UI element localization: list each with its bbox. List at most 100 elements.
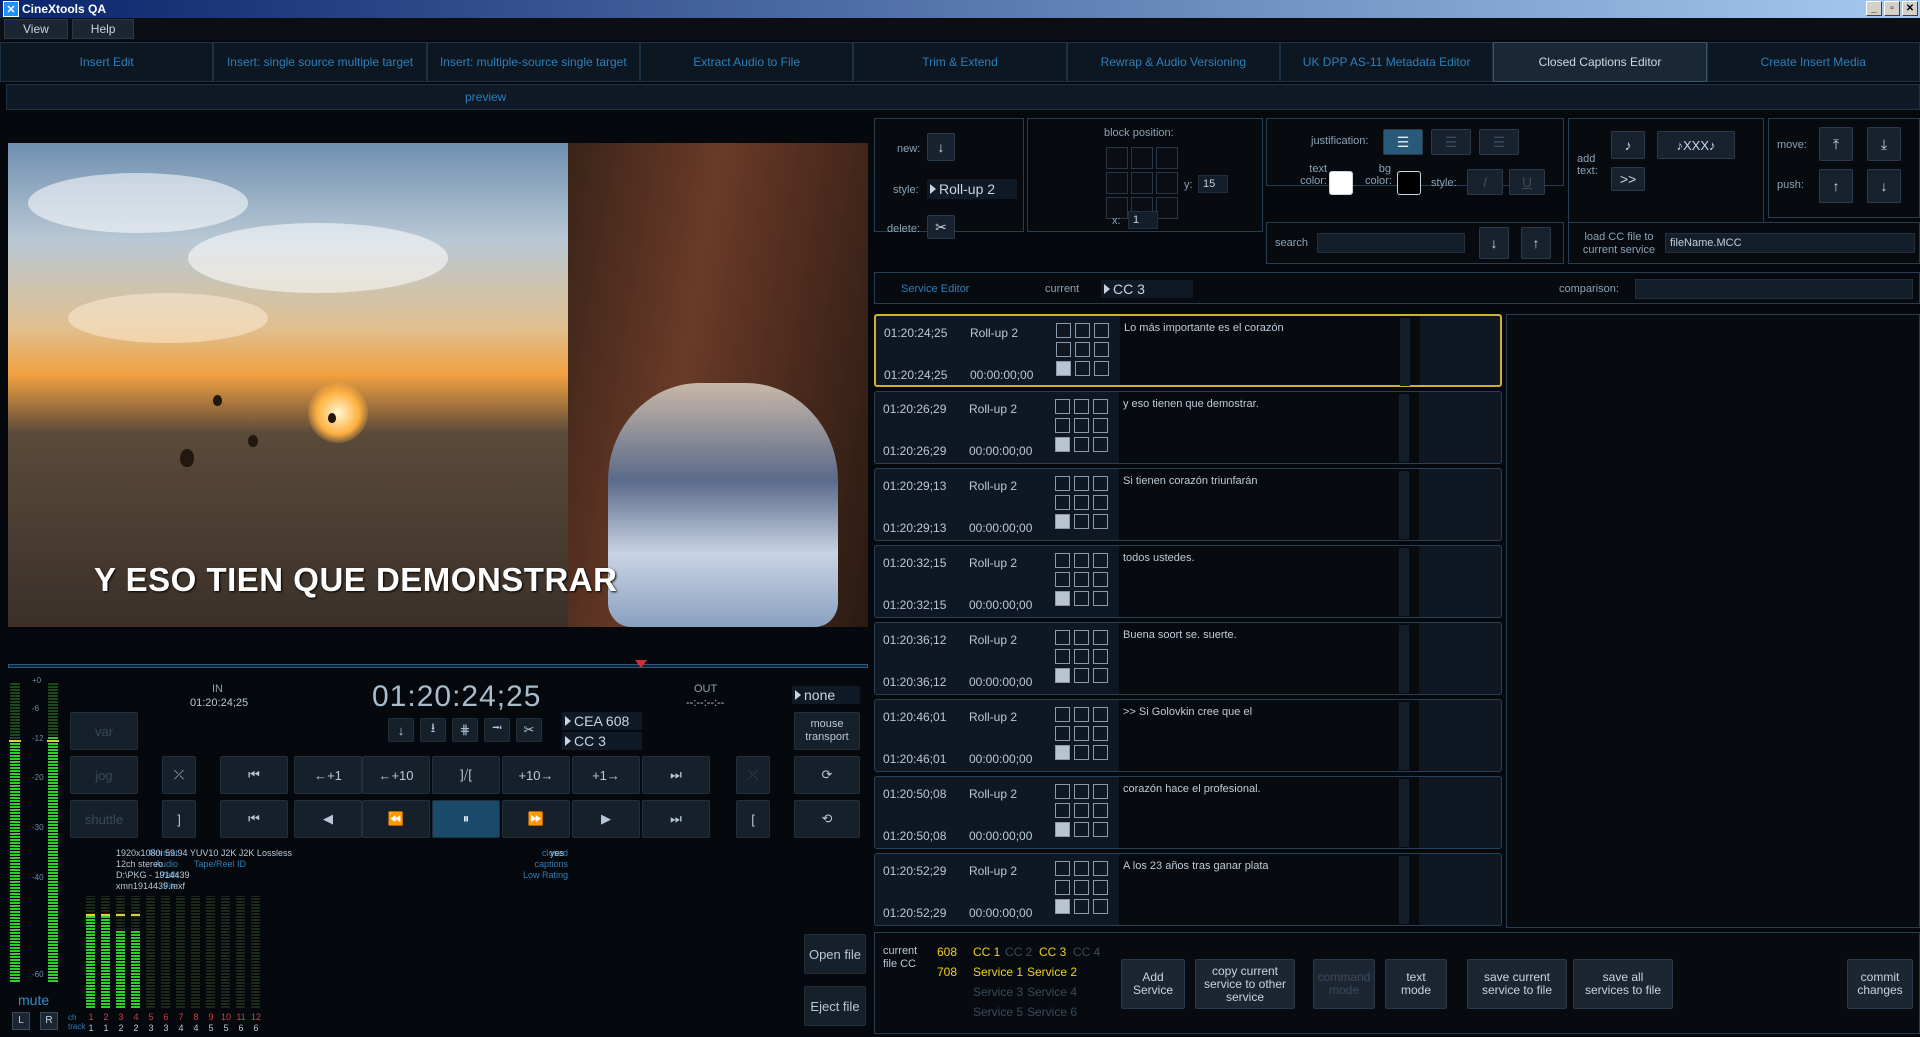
position-cell[interactable] (1093, 707, 1108, 722)
position-cell[interactable] (1074, 437, 1089, 452)
text-mode-button[interactable]: text mode (1385, 959, 1447, 1009)
position-cell[interactable] (1055, 437, 1070, 452)
position-cell[interactable] (1106, 147, 1128, 169)
position-cell[interactable] (1074, 630, 1089, 645)
position-cell[interactable] (1055, 418, 1070, 433)
save-all-services-button[interactable]: save all services to file (1573, 959, 1673, 1009)
service-1-tag[interactable]: Service 1 (973, 965, 1023, 979)
caption-text[interactable]: corazón hace el profesional. (1119, 777, 1419, 848)
position-cell[interactable] (1093, 822, 1108, 837)
search-input[interactable] (1317, 233, 1465, 253)
position-cell[interactable] (1074, 591, 1089, 606)
position-cell[interactable] (1055, 668, 1070, 683)
tab-rewrap[interactable]: Rewrap & Audio Versioning (1066, 42, 1280, 82)
commit-changes-button[interactable]: commit changes (1847, 959, 1913, 1009)
go-to-in-icon[interactable]: ⏮ (220, 756, 288, 794)
position-cell[interactable] (1055, 572, 1070, 587)
caption-position-grid[interactable] (1055, 784, 1108, 837)
add-service-button[interactable]: Add Service (1121, 959, 1185, 1009)
load-cc-input[interactable]: fileName.MCC (1665, 233, 1915, 253)
bg-color-swatch[interactable] (1397, 171, 1421, 195)
position-cell[interactable] (1093, 668, 1108, 683)
position-cell[interactable] (1074, 399, 1089, 414)
caption-row[interactable]: 01:20:26;29 Roll-up 2 01:20:26;29 00:00:00;… (874, 391, 1502, 464)
caption-text[interactable]: todos ustedes. (1119, 546, 1419, 617)
service-6-tag[interactable]: Service 6 (1027, 1005, 1077, 1019)
caption-text[interactable]: y eso tienen que demostrar. (1119, 392, 1419, 463)
position-cell[interactable] (1055, 880, 1070, 895)
none-select[interactable]: none (792, 686, 860, 704)
position-cell[interactable] (1093, 861, 1108, 876)
caption-scrollbar[interactable] (1399, 856, 1409, 924)
caption-position-grid[interactable] (1055, 707, 1108, 760)
delete-cut-icon[interactable]: ✂ (516, 718, 542, 742)
position-cell[interactable] (1074, 822, 1089, 837)
position-cell[interactable] (1055, 707, 1070, 722)
tab-insert-multiple-source[interactable]: Insert: multiple-source single target (426, 42, 640, 82)
caption-row[interactable]: 01:20:50;08 Roll-up 2 01:20:50;08 00:00:00;… (874, 776, 1502, 849)
caption-text[interactable]: A los 23 años tras ganar plata (1119, 854, 1419, 925)
position-cell[interactable] (1156, 197, 1178, 219)
move-top-icon[interactable]: ⤒ (1819, 127, 1853, 161)
cc1-tag[interactable]: CC 1 (973, 945, 1000, 959)
menu-help[interactable]: Help (71, 19, 135, 39)
center-mark-icon[interactable]: ]⧸[ (432, 756, 500, 794)
position-cell[interactable] (1055, 803, 1070, 818)
open-file-button[interactable]: Open file (804, 934, 866, 974)
style-select[interactable]: Roll-up 2 (927, 179, 1017, 199)
caption-position-grid[interactable] (1055, 630, 1108, 683)
position-cell[interactable] (1093, 495, 1108, 510)
position-cell[interactable] (1093, 803, 1108, 818)
text-color-swatch[interactable] (1329, 171, 1353, 195)
x-input[interactable]: 1 (1128, 211, 1158, 229)
caption-position-grid[interactable] (1055, 861, 1108, 914)
loop-one-icon[interactable]: ⟳ (794, 756, 860, 794)
service-2-tag[interactable]: Service 2 (1027, 965, 1077, 979)
position-cell[interactable] (1093, 899, 1108, 914)
skip-end-icon[interactable]: ⏭ (642, 800, 710, 838)
save-current-service-button[interactable]: save current service to file (1467, 959, 1567, 1009)
push-down-icon[interactable]: ↓ (1867, 169, 1901, 203)
mark-clear-out-icon[interactable]: ⤫ (736, 756, 770, 794)
position-cell[interactable] (1094, 342, 1109, 357)
service-5-tag[interactable]: Service 5 (973, 1005, 1023, 1019)
caption-text[interactable]: >> Si Golovkin cree que el (1119, 700, 1419, 771)
current-service-select[interactable]: CC 3 (1101, 280, 1193, 298)
position-cell[interactable] (1094, 323, 1109, 338)
caption-scrollbar[interactable] (1399, 394, 1409, 462)
position-cell[interactable] (1074, 476, 1089, 491)
jog-button[interactable]: jog (70, 756, 138, 794)
step-forward-10-button[interactable]: +10 → (502, 756, 570, 794)
playhead-marker[interactable] (635, 660, 647, 668)
position-cell[interactable] (1074, 418, 1089, 433)
position-cell[interactable] (1074, 784, 1089, 799)
position-cell[interactable] (1093, 572, 1108, 587)
caption-scrollbar[interactable] (1399, 625, 1409, 693)
position-cell[interactable] (1093, 591, 1108, 606)
preview-tab[interactable]: preview (465, 90, 506, 104)
position-cell[interactable] (1055, 553, 1070, 568)
maximize-button[interactable]: ▫ (1884, 1, 1900, 16)
rewind-icon[interactable]: ⏪ (362, 800, 430, 838)
caption-scrollbar[interactable] (1399, 548, 1409, 616)
position-cell[interactable] (1075, 342, 1090, 357)
copy-service-button[interactable]: copy current service to other service (1195, 959, 1295, 1009)
mouse-transport-button[interactable]: mouse transport (794, 712, 860, 750)
position-cell[interactable] (1055, 899, 1070, 914)
position-cell[interactable] (1074, 880, 1089, 895)
push-up-icon[interactable]: ↑ (1819, 169, 1853, 203)
minimize-button[interactable]: _ (1866, 1, 1882, 16)
underline-icon[interactable]: U (1509, 169, 1545, 195)
position-cell[interactable] (1055, 476, 1070, 491)
position-cell[interactable] (1056, 361, 1071, 376)
position-cell[interactable] (1075, 361, 1090, 376)
search-down-icon[interactable]: ↓ (1479, 227, 1509, 259)
position-cell[interactable] (1106, 172, 1128, 194)
step-forward-1-button[interactable]: +1 → (572, 756, 640, 794)
position-cell[interactable] (1074, 745, 1089, 760)
position-cell[interactable] (1055, 822, 1070, 837)
tab-trim-extend[interactable]: Trim & Extend (853, 42, 1067, 82)
position-cell[interactable] (1074, 803, 1089, 818)
cc3-tag[interactable]: CC 3 (1039, 945, 1066, 959)
position-cell[interactable] (1094, 361, 1109, 376)
